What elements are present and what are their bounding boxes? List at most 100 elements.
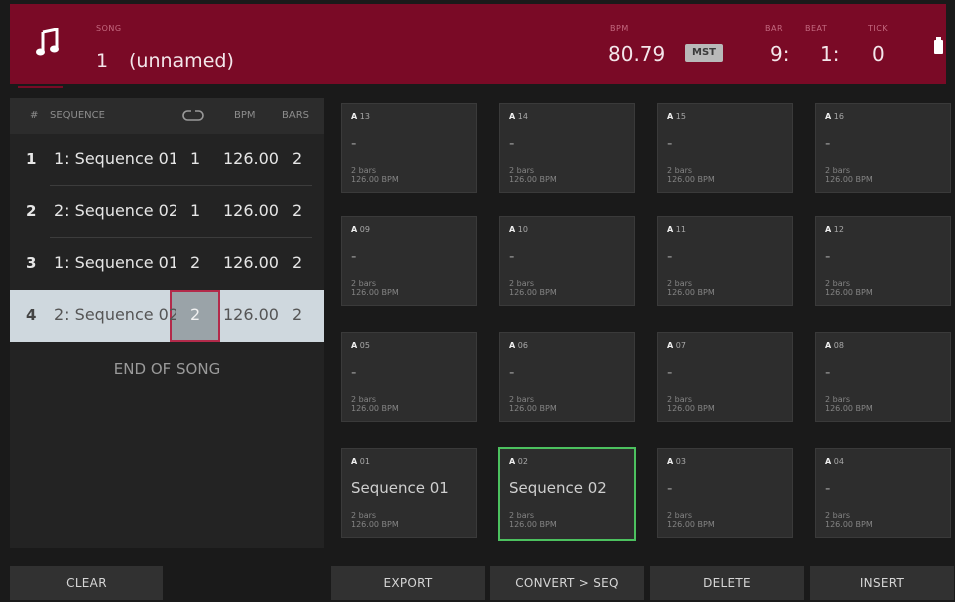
pad-bars: 2 bars xyxy=(667,166,693,175)
pad-bpm: 126.00 BPM xyxy=(825,404,873,413)
tempo-value[interactable]: 80.79 xyxy=(608,42,665,66)
music-note-icon[interactable] xyxy=(36,28,60,58)
list-column-header: # SEQUENCE BPM BARS xyxy=(10,98,324,134)
pad-id: A 16 xyxy=(825,112,844,121)
step-loops[interactable]: 1 xyxy=(190,201,200,220)
pad-number: 07 xyxy=(675,341,686,350)
pad-id: A 15 xyxy=(667,112,686,121)
export-button[interactable]: EXPORT xyxy=(331,566,485,600)
pad-number: 13 xyxy=(359,112,370,121)
pad-sequence-name: - xyxy=(509,363,515,381)
pad-bank: A xyxy=(509,225,516,234)
pad-bank: A xyxy=(351,457,358,466)
pad-bpm: 126.00 BPM xyxy=(509,404,557,413)
pad-bpm: 126.00 BPM xyxy=(509,288,557,297)
pad-number: 04 xyxy=(833,457,844,466)
step-sequence-name[interactable]: 2: Sequence 02 xyxy=(54,305,176,324)
col-sequence: SEQUENCE xyxy=(50,110,105,121)
pad-number: 12 xyxy=(833,225,844,234)
step-bars: 2 xyxy=(292,305,303,324)
pad-bpm: 126.00 BPM xyxy=(351,520,399,529)
pad-info: 2 bars 126.00 BPM xyxy=(825,166,873,184)
pad-bank: A xyxy=(667,225,674,234)
pad-bpm: 126.00 BPM xyxy=(351,175,399,184)
pad-id: A 01 xyxy=(351,457,370,466)
col-bpm: BPM xyxy=(234,110,256,121)
sequence-pad[interactable]: A 16 - 2 bars 126.00 BPM xyxy=(815,103,951,193)
pad-number: 08 xyxy=(833,341,844,350)
step-bars: 2 xyxy=(292,149,303,168)
step-sequence-name[interactable]: 1: Sequence 01 xyxy=(54,149,176,168)
pad-sequence-name: - xyxy=(351,247,357,265)
step-sequence-name[interactable]: 1: Sequence 01 xyxy=(54,253,176,272)
step-loops[interactable]: 1 xyxy=(190,149,200,168)
convert-to-seq-button[interactable]: CONVERT > SEQ xyxy=(490,566,644,600)
pad-bars: 2 bars xyxy=(351,511,377,520)
song-step-row[interactable]: 2 2: Sequence 02 1 126.00 2 xyxy=(10,186,324,238)
pad-info: 2 bars 126.00 BPM xyxy=(351,395,399,413)
pad-bank: A xyxy=(825,112,832,121)
bar-label: BAR xyxy=(765,24,784,33)
sequence-pad[interactable]: A 06 - 2 bars 126.00 BPM xyxy=(499,332,635,422)
sequence-pad[interactable]: A 01 Sequence 01 2 bars 126.00 BPM xyxy=(341,448,477,538)
end-of-song-label: END OF SONG xyxy=(113,360,221,378)
pad-number: 15 xyxy=(675,112,686,121)
pad-info: 2 bars 126.00 BPM xyxy=(825,279,873,297)
pad-sequence-name: Sequence 02 xyxy=(509,479,607,497)
pad-sequence-name: - xyxy=(825,134,831,152)
sequence-pad[interactable]: A 10 - 2 bars 126.00 BPM xyxy=(499,216,635,306)
step-sequence-name[interactable]: 2: Sequence 02 xyxy=(54,201,176,220)
insert-button[interactable]: INSERT xyxy=(810,566,954,600)
step-bpm: 126.00 xyxy=(223,149,279,168)
pad-info: 2 bars 126.00 BPM xyxy=(667,166,715,184)
pad-bars: 2 bars xyxy=(509,166,535,175)
sequence-pad-selected[interactable]: A 02 Sequence 02 2 bars 126.00 BPM xyxy=(498,447,636,541)
song-step-row[interactable]: 1 1: Sequence 01 1 126.00 2 xyxy=(10,134,324,186)
pad-number: 03 xyxy=(675,457,686,466)
pad-bars: 2 bars xyxy=(825,511,851,520)
song-number[interactable]: 1 xyxy=(96,50,108,72)
pad-bpm: 126.00 BPM xyxy=(667,288,715,297)
pad-info: 2 bars 126.00 BPM xyxy=(667,279,715,297)
pad-info: 2 bars 126.00 BPM xyxy=(667,511,715,529)
step-loops[interactable]: 2 xyxy=(190,305,200,324)
sequence-pad[interactable]: A 07 - 2 bars 126.00 BPM xyxy=(657,332,793,422)
pad-sequence-name: - xyxy=(351,363,357,381)
song-name[interactable]: (unnamed) xyxy=(129,50,234,72)
pad-bank: A xyxy=(667,457,674,466)
step-number: 4 xyxy=(26,306,37,324)
pad-info: 2 bars 126.00 BPM xyxy=(825,395,873,413)
song-step-row[interactable]: 3 1: Sequence 01 2 126.00 2 xyxy=(10,238,324,290)
pad-id: A 10 xyxy=(509,225,528,234)
sequence-pad[interactable]: A 08 - 2 bars 126.00 BPM xyxy=(815,332,951,422)
pad-sequence-name: Sequence 01 xyxy=(351,479,449,497)
sequence-pad[interactable]: A 15 - 2 bars 126.00 BPM xyxy=(657,103,793,193)
sequence-pad[interactable]: A 04 - 2 bars 126.00 BPM xyxy=(815,448,951,538)
pad-bpm: 126.00 BPM xyxy=(351,404,399,413)
step-bpm: 126.00 xyxy=(223,253,279,272)
pad-bank: A xyxy=(509,457,516,466)
tick-value[interactable]: 0 xyxy=(872,42,885,66)
sequence-pad[interactable]: A 11 - 2 bars 126.00 BPM xyxy=(657,216,793,306)
step-loops[interactable]: 2 xyxy=(190,253,200,272)
sequence-pad[interactable]: A 12 - 2 bars 126.00 BPM xyxy=(815,216,951,306)
clear-button[interactable]: CLEAR xyxy=(10,566,163,600)
delete-button[interactable]: DELETE xyxy=(650,566,804,600)
sequence-pad[interactable]: A 13 - 2 bars 126.00 BPM xyxy=(341,103,477,193)
sequence-pad[interactable]: A 14 - 2 bars 126.00 BPM xyxy=(499,103,635,193)
bar-value[interactable]: 9: xyxy=(770,42,789,66)
tempo-label: BPM xyxy=(610,24,629,33)
sequence-pad[interactable]: A 09 - 2 bars 126.00 BPM xyxy=(341,216,477,306)
pad-sequence-name: - xyxy=(509,134,515,152)
pad-id: A 07 xyxy=(667,341,686,350)
pad-bank: A xyxy=(825,225,832,234)
step-number: 3 xyxy=(26,254,37,272)
sequence-pad[interactable]: A 05 - 2 bars 126.00 BPM xyxy=(341,332,477,422)
pad-bank: A xyxy=(667,341,674,350)
pad-bars: 2 bars xyxy=(351,166,377,175)
song-step-row-selected[interactable]: 4 2: Sequence 02 2 126.00 2 xyxy=(10,290,324,342)
pad-bank: A xyxy=(351,112,358,121)
tempo-source-badge[interactable]: MST xyxy=(685,44,723,62)
sequence-pad[interactable]: A 03 - 2 bars 126.00 BPM xyxy=(657,448,793,538)
beat-value[interactable]: 1: xyxy=(820,42,839,66)
